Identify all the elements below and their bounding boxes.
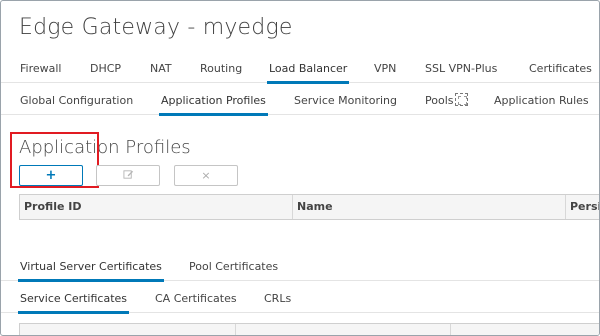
tab-service-monitoring[interactable]: Service Monitoring: [294, 87, 397, 115]
tab-global-configuration[interactable]: Global Configuration: [20, 87, 133, 115]
delete-x-icon: ×: [201, 169, 211, 182]
certificate-tabs: Virtual Server Certificates Pool Certifi…: [1, 253, 599, 282]
add-button[interactable]: +: [19, 165, 83, 186]
certificate-sub-tabs: Service Certificates CA Certificates CRL…: [1, 285, 599, 314]
tab-pool-certificates[interactable]: Pool Certificates: [189, 253, 278, 281]
column-profile-id[interactable]: Profile ID: [20, 195, 292, 219]
certificates-grid-header: [19, 323, 599, 335]
tab-load-balancer[interactable]: Load Balancer: [266, 55, 350, 84]
tab-certificates[interactable]: Certificates: [529, 55, 592, 83]
column-persistence[interactable]: Persis: [566, 195, 599, 219]
tab-nat[interactable]: NAT: [150, 55, 172, 83]
tab-application-rules[interactable]: Application Rules: [494, 87, 589, 115]
tab-crls[interactable]: CRLs: [264, 285, 291, 313]
tab-pools-label: Pools: [425, 94, 454, 107]
tab-application-profiles[interactable]: Application Profiles: [159, 87, 268, 116]
tab-dhcp[interactable]: DHCP: [90, 55, 121, 83]
tab-virtual-server-certificates[interactable]: Virtual Server Certificates: [18, 253, 164, 282]
resize-cursor-icon: [454, 93, 468, 106]
edit-icon: [122, 170, 133, 179]
page-title: Edge Gateway - myedge: [19, 15, 293, 40]
tab-ca-certificates[interactable]: CA Certificates: [155, 285, 237, 313]
tab-firewall[interactable]: Firewall: [20, 55, 61, 83]
tab-ssl-vpn-plus[interactable]: SSL VPN-Plus: [425, 55, 497, 83]
edge-gateway-window: Edge Gateway - myedge Firewall DHCP NAT …: [0, 0, 600, 336]
delete-button[interactable]: ×: [174, 165, 238, 186]
tab-service-certificates[interactable]: Service Certificates: [17, 285, 130, 314]
tab-routing[interactable]: Routing: [200, 55, 242, 83]
main-tabs: Firewall DHCP NAT Routing Load Balancer …: [1, 55, 599, 84]
load-balancer-sub-tabs: Global Configuration Application Profile…: [1, 87, 599, 116]
plus-icon: +: [45, 168, 57, 183]
column-separator[interactable]: [235, 324, 236, 335]
profiles-grid-header: Profile ID Name Persis: [19, 194, 599, 220]
tab-pools[interactable]: Pools: [425, 87, 468, 115]
column-name[interactable]: Name: [293, 195, 565, 219]
column-separator[interactable]: [450, 324, 451, 335]
tab-vpn[interactable]: VPN: [374, 55, 396, 83]
edit-button[interactable]: [96, 165, 160, 186]
